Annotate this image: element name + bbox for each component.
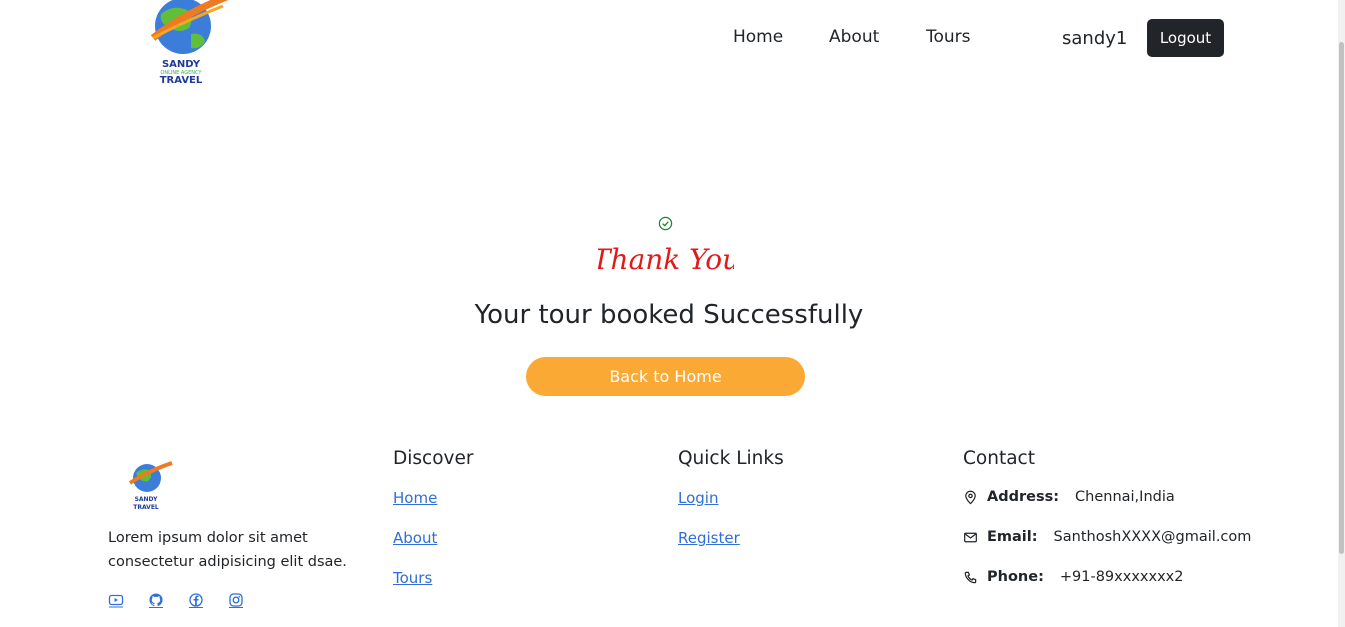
address-label: Address: [987, 489, 1060, 505]
thank-you-graphic: Thank You [598, 243, 734, 276]
social-links [108, 592, 244, 608]
contact-phone: Phone: +91-89xxxxxxx2 [963, 569, 1183, 585]
youtube-icon[interactable] [108, 592, 124, 608]
instagram-icon[interactable] [228, 592, 244, 608]
back-to-home-button[interactable]: Back to Home [526, 357, 805, 396]
svg-text:TRAVEL: TRAVEL [160, 75, 203, 86]
username: sandy1 [1062, 28, 1128, 49]
svg-text:SANDY: SANDY [135, 496, 159, 503]
phone-icon [963, 570, 978, 585]
page-scrollbar[interactable] [1338, 0, 1345, 627]
phone-label: Phone: [987, 569, 1044, 585]
mail-icon [963, 530, 978, 545]
phone-value: +91-89xxxxxxx2 [1059, 569, 1184, 585]
address-value: Chennai,India [1075, 489, 1175, 505]
footer-link-about[interactable]: About [393, 529, 437, 547]
svg-text:Thank You: Thank You [598, 243, 734, 276]
quick-links-title: Quick Links [678, 448, 784, 469]
logout-button[interactable]: Logout [1147, 19, 1224, 57]
nav-about[interactable]: About [829, 27, 879, 47]
svg-text:SANDY: SANDY [162, 59, 201, 70]
success-title: Your tour booked Successfully [474, 300, 864, 330]
footer-link-login[interactable]: Login [678, 489, 718, 507]
footer-logo[interactable]: SANDY TRAVEL [126, 461, 174, 511]
contact-title: Contact [963, 448, 1035, 469]
header: SANDY ONLINE AGENCY TRAVEL Home About To… [0, 0, 1338, 86]
scrollbar-thumb[interactable] [1339, 42, 1344, 554]
contact-address: Address: Chennai,India [963, 489, 1175, 505]
logo[interactable]: SANDY ONLINE AGENCY TRAVEL [143, 0, 235, 86]
footer-link-home[interactable]: Home [393, 489, 437, 507]
facebook-icon[interactable] [188, 592, 204, 608]
nav-tours[interactable]: Tours [926, 27, 971, 47]
map-pin-icon [963, 490, 978, 505]
footer-description: Lorem ipsum dolor sit amet consectetur a… [108, 530, 347, 570]
email-label: Email: [987, 529, 1038, 545]
contact-email: Email: SanthoshXXXX@gmail.com [963, 529, 1251, 545]
nav-home[interactable]: Home [733, 27, 783, 47]
github-icon[interactable] [148, 592, 164, 608]
footer-link-register[interactable]: Register [678, 529, 740, 547]
svg-text:TRAVEL: TRAVEL [133, 504, 159, 511]
check-circle-icon [658, 216, 673, 231]
footer-link-tours[interactable]: Tours [393, 569, 432, 587]
email-value: SanthoshXXXX@gmail.com [1053, 529, 1252, 545]
discover-title: Discover [393, 448, 474, 469]
